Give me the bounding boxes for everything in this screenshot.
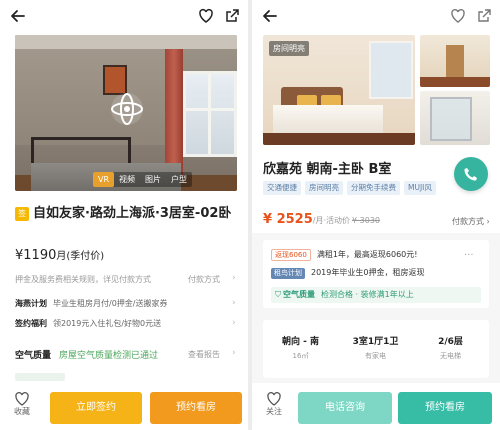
promo-text: 2019年毕业生0押金，租房返现 (311, 268, 425, 277)
photo-tab-bar: VR 视频 图片 户型 (93, 172, 193, 187)
listing-title: 欣嘉苑 朝南-主卧 B室 (263, 162, 392, 177)
feature-tag: 分期免手续费 (347, 181, 400, 195)
top-bar (0, 0, 248, 32)
room-specs: 朝向 - 南 16㎡ 3室1厅1卫 有家电 2/6层 无电梯 (263, 320, 489, 378)
feature-tag: MUJI风 (404, 181, 436, 195)
room-thumbnail[interactable] (420, 91, 490, 145)
vr-panorama-icon[interactable] (109, 91, 145, 127)
payment-method-label: 付款方式 (452, 217, 484, 226)
deposit-note: 押金及服务费相关规则，详见付款方式 (15, 275, 151, 284)
price-suffix: /月·活动价 (312, 216, 351, 225)
heart-icon[interactable] (450, 8, 466, 24)
price: ¥1190月(季付价) (15, 247, 104, 263)
share-icon[interactable] (476, 8, 492, 24)
payment-method-link[interactable]: 付款方式 (188, 274, 220, 285)
spec-layout: 3室1厅1卫 有家电 (338, 334, 413, 361)
spec-sub: 有家电 (365, 352, 386, 360)
perk-text: 领2019元入住礼包/好物0元送 (53, 319, 162, 328)
tab-floorplan[interactable]: 户型 (166, 172, 192, 187)
spec-sub: 无电梯 (440, 352, 461, 360)
price: ¥ 2525/月·活动价 ¥ 3030 (263, 212, 380, 227)
share-icon[interactable] (224, 8, 240, 24)
perk-label: 签约福利 (15, 319, 47, 328)
air-quality-label: 空气质量 (15, 351, 52, 361)
listing-title-text: 自如友家·路劲上海派·3居室-02卧 (33, 206, 232, 221)
spec-value: 朝向 - 南 (281, 337, 319, 347)
left-screen: VR 视频 图片 户型 签自如友家·路劲上海派·3居室-02卧 ¥1190月(季… (0, 0, 248, 430)
view-report-link[interactable]: 查看报告 (188, 349, 220, 360)
tab-photos[interactable]: 图片 (140, 172, 166, 187)
air-quality-status: 房屋空气质量检测已通过 (59, 351, 159, 361)
feature-tag: 房间明亮 (305, 181, 343, 195)
air-quality-row: ⛉ 空气质量 检测合格 · 装修满1年以上 (271, 287, 481, 303)
partial-tag (15, 373, 65, 381)
favorite-label: 收藏 (14, 407, 30, 416)
promo-row: 返现6060 满租1年，最高返现6060元! (271, 249, 417, 261)
air-quality-row: 空气质量 房屋空气质量检测已通过 (15, 348, 158, 361)
spec-orientation: 朝向 - 南 16㎡ (263, 334, 338, 361)
shield-icon: ⛉ (275, 290, 281, 299)
perk-label: 海燕计划 (15, 299, 47, 308)
chevron-right-icon: › (232, 273, 236, 283)
air-quality-status: 检测合格 · 装修满1年以上 (321, 290, 414, 299)
call-fab-button[interactable] (454, 157, 488, 191)
right-screen: 房间明亮 欣嘉苑 朝南-主卧 B室 交通便捷 房间明亮 分期免手续费 MUJI风… (252, 0, 500, 430)
favorite-button[interactable]: 收藏 (8, 392, 36, 417)
spec-floor: 2/6层 无电梯 (413, 334, 488, 361)
price-unit: 月(季付价) (56, 251, 105, 262)
photo-tag: 房间明亮 (269, 41, 309, 56)
original-price: ¥ 3030 (352, 216, 381, 225)
room-thumbnail[interactable] (420, 35, 490, 87)
cashback-pill: 返现6060 (271, 249, 311, 261)
feature-tags: 交通便捷 房间明亮 分期免手续费 MUJI风 (263, 181, 436, 195)
feature-tag: 交通便捷 (263, 181, 301, 195)
chevron-right-icon: › (232, 318, 236, 328)
phone-icon (463, 166, 479, 182)
book-visit-button[interactable]: 预约看房 (398, 392, 492, 424)
chevron-right-icon: › (232, 298, 236, 308)
room-vr-photo[interactable]: VR 视频 图片 户型 (15, 35, 237, 191)
promotions-card[interactable]: 返现6060 满租1年，最高返现6060元! 租鸟计划 2019年毕业生0押金，租房… (263, 240, 489, 308)
heart-icon (266, 392, 282, 406)
spec-value: 2/6层 (438, 337, 463, 347)
back-arrow-icon[interactable] (262, 8, 278, 24)
perk-row[interactable]: 海燕计划 毕业生租房月付/0押金/送搬家券 (15, 298, 167, 309)
sign-badge: 签 (15, 207, 29, 221)
more-icon[interactable]: ··· (464, 250, 474, 261)
price-value: ¥1190 (15, 248, 57, 263)
promo-row: 租鸟计划 2019年毕业生0押金，租房返现 (271, 267, 424, 279)
room-main-photo[interactable]: 房间明亮 (263, 35, 415, 145)
payment-method-link[interactable]: 付款方式 › (452, 216, 490, 227)
promo-text: 满租1年，最高返现6060元! (316, 250, 418, 259)
tab-video[interactable]: 视频 (114, 172, 140, 187)
air-quality-label: 空气质量 (283, 290, 315, 299)
listing-title: 签自如友家·路劲上海派·3居室-02卧 (15, 205, 240, 223)
tab-vr[interactable]: VR (93, 172, 115, 187)
heart-icon[interactable] (198, 8, 214, 24)
phone-consult-button[interactable]: 电话咨询 (298, 392, 392, 424)
book-visit-button[interactable]: 预约看房 (150, 392, 242, 424)
heart-icon (14, 392, 30, 406)
perk-text: 毕业生租房月付/0押金/送搬家券 (53, 299, 168, 308)
back-arrow-icon[interactable] (10, 8, 26, 24)
follow-button[interactable]: 关注 (260, 392, 288, 417)
spec-value: 3室1厅1卫 (352, 337, 399, 347)
perk-row[interactable]: 签约福利 领2019元入住礼包/好物0元送 (15, 318, 161, 329)
chevron-right-icon: › (232, 348, 236, 358)
price-value: ¥ 2525 (263, 212, 313, 227)
sign-now-button[interactable]: 立即签约 (50, 392, 142, 424)
top-bar (252, 0, 500, 32)
plan-pill: 租鸟计划 (271, 268, 305, 279)
spec-sub: 16㎡ (292, 352, 309, 360)
follow-label: 关注 (266, 407, 282, 416)
